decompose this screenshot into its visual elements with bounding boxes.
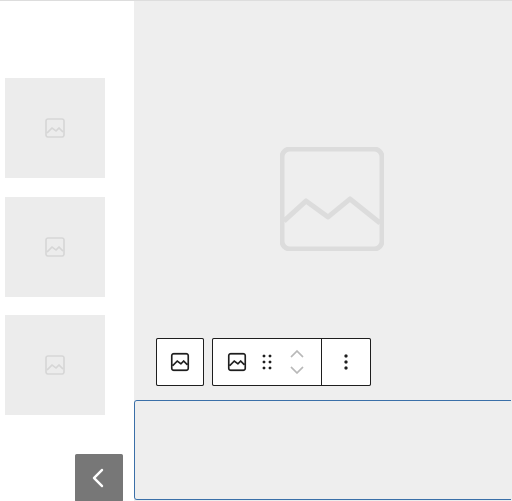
move-controls	[273, 339, 321, 385]
image-block-button[interactable]	[213, 339, 261, 385]
back-button[interactable]	[75, 454, 123, 501]
image-placeholder-icon	[45, 118, 65, 138]
thumbnail-1[interactable]	[5, 78, 105, 178]
image-placeholder-icon	[280, 147, 384, 251]
chevron-down-icon[interactable]	[289, 365, 305, 375]
drag-handle-button[interactable]	[261, 339, 273, 385]
thumbnail-3[interactable]	[5, 315, 105, 415]
image-placeholder-icon	[45, 237, 65, 257]
more-vertical-icon	[343, 354, 348, 370]
drag-handle-icon	[262, 354, 272, 370]
image-placeholder-icon	[45, 355, 65, 375]
selected-block[interactable]	[134, 400, 511, 500]
sidebar	[0, 1, 134, 501]
editor-frame	[0, 0, 512, 501]
image-icon	[170, 352, 190, 372]
image-icon	[227, 352, 247, 372]
block-type-toolbar	[156, 338, 204, 386]
block-toolbar	[212, 338, 371, 386]
chevron-left-icon	[92, 468, 104, 488]
chevron-up-icon[interactable]	[289, 349, 305, 359]
block-type-button[interactable]	[169, 339, 191, 385]
more-options-button[interactable]	[322, 339, 369, 385]
thumbnail-2[interactable]	[5, 197, 105, 297]
